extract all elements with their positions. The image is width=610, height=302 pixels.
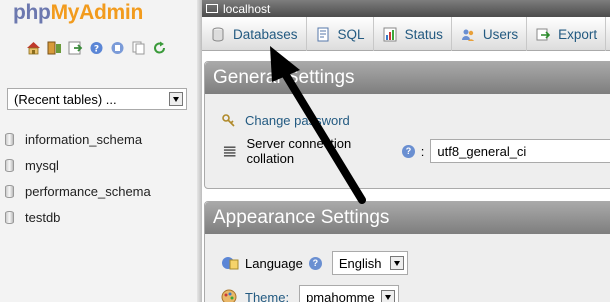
- palette-icon: [221, 289, 237, 302]
- theme-value: pmahomme: [306, 289, 375, 302]
- tab-label: Export: [558, 26, 598, 42]
- database-icon: [5, 184, 14, 198]
- users-icon: [461, 29, 474, 41]
- logo-text-myadmin: MyAdmin: [50, 1, 144, 24]
- recent-tables-value: (Recent tables) ...: [14, 91, 117, 107]
- nav-icon-bar: ?: [26, 41, 167, 55]
- change-password-link[interactable]: Change password: [245, 113, 350, 128]
- tab-export[interactable]: Export: [527, 17, 607, 51]
- key-icon: [222, 114, 235, 127]
- top-menu-tabs: Databases SQL Status Users Export: [202, 17, 610, 51]
- tab-sql[interactable]: SQL: [307, 17, 374, 51]
- database-icon: [5, 132, 14, 146]
- tab-label: SQL: [337, 26, 365, 42]
- tab-label: Users: [482, 26, 519, 42]
- database-icon: [5, 210, 14, 224]
- appearance-settings-panel: Appearance Settings Language ? English T…: [204, 201, 610, 302]
- database-item[interactable]: performance_schema: [5, 178, 151, 204]
- server-breadcrumb: localhost: [202, 0, 610, 17]
- collation-value: utf8_general_ci: [437, 143, 527, 159]
- server-icon: [206, 4, 218, 13]
- database-name[interactable]: testdb: [25, 210, 60, 225]
- language-icon: [222, 257, 239, 270]
- main-panel: localhost Databases SQL Status Users Exp…: [202, 0, 610, 302]
- navigation-panel: phpMyAdmin ? (Recent tables) ... informa…: [0, 0, 197, 302]
- list-icon: [223, 146, 236, 157]
- database-item[interactable]: information_schema: [5, 126, 151, 152]
- change-password-row: Change password: [221, 112, 350, 128]
- database-item[interactable]: testdb: [5, 204, 151, 230]
- status-icon: [383, 27, 397, 41]
- database-icon: [5, 158, 14, 172]
- chevron-down-icon: [169, 92, 183, 106]
- help-icon[interactable]: ?: [402, 144, 415, 158]
- language-value: English: [338, 255, 382, 271]
- sql-icon: [317, 27, 329, 41]
- language-label: Language: [245, 255, 303, 271]
- tab-status[interactable]: Status: [374, 17, 452, 51]
- database-icon: [212, 27, 224, 41]
- language-row: Language ? English: [221, 251, 408, 275]
- export-icon: [536, 28, 551, 40]
- colon: :: [420, 143, 425, 159]
- collation-select[interactable]: utf8_general_ci: [430, 139, 610, 163]
- theme-row: Theme: pmahomme: [221, 285, 400, 302]
- theme-select[interactable]: pmahomme: [299, 285, 400, 302]
- copy-icon[interactable]: [131, 41, 146, 55]
- svg-text:?: ?: [94, 45, 99, 55]
- database-item[interactable]: mysql: [5, 152, 151, 178]
- chevron-down-icon: [389, 256, 404, 270]
- phpmyadmin-logo[interactable]: phpMyAdmin: [13, 1, 143, 25]
- general-settings-title: General Settings: [205, 62, 610, 94]
- help-icon[interactable]: ?: [89, 41, 104, 55]
- tab-users[interactable]: Users: [452, 17, 528, 51]
- recent-tables-select[interactable]: (Recent tables) ...: [7, 88, 187, 110]
- tab-label: Databases: [233, 26, 298, 42]
- collation-label: Server connection collation: [246, 136, 352, 166]
- database-name[interactable]: performance_schema: [25, 184, 151, 199]
- database-name[interactable]: mysql: [25, 158, 59, 173]
- tab-databases[interactable]: Databases: [202, 17, 307, 51]
- chevron-down-icon: [381, 290, 396, 302]
- general-settings-panel: General Settings Change password Server …: [204, 61, 610, 189]
- database-list: information_schema mysql performance_sch…: [5, 126, 151, 230]
- language-select[interactable]: English: [331, 251, 408, 275]
- reload-icon[interactable]: [152, 41, 167, 55]
- appearance-settings-title: Appearance Settings: [205, 202, 610, 234]
- logo-text-php: php: [13, 1, 51, 24]
- tab-label: Status: [404, 26, 443, 42]
- exit-icon[interactable]: [47, 41, 62, 55]
- home-icon[interactable]: [26, 41, 41, 55]
- help-icon[interactable]: ?: [308, 256, 322, 270]
- docs-icon[interactable]: [110, 41, 125, 55]
- theme-label: Theme:: [245, 289, 290, 302]
- server-label[interactable]: localhost: [223, 2, 270, 16]
- database-name[interactable]: information_schema: [25, 132, 142, 147]
- collation-row: Server connection collation ? : utf8_gen…: [223, 136, 610, 166]
- query-window-icon[interactable]: [68, 41, 83, 55]
